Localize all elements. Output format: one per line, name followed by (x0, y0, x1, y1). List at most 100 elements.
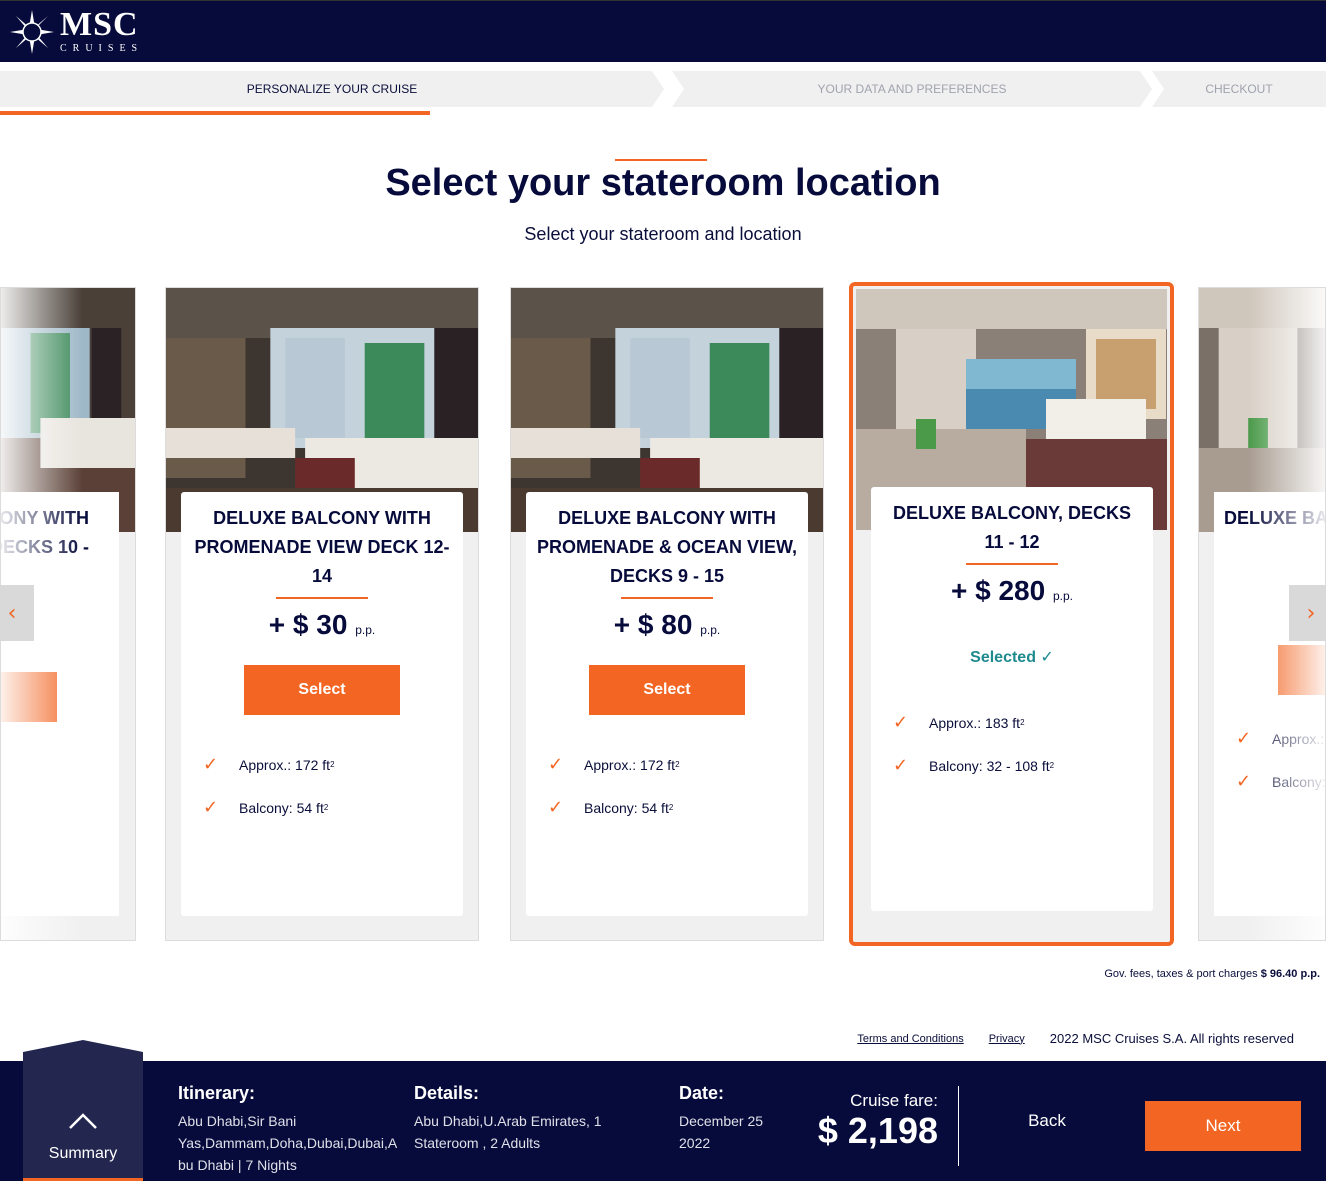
card-body: ONY WITH V, DECKS 10 - (0, 492, 119, 916)
feature-list: ✓ Approx.: ✓ Balcony: (1236, 717, 1326, 803)
feature-list: ✓ Approx.: 183 ft 2 ✓ Balcony: 32 - 108 ft 2 (871, 701, 1153, 787)
copyright-text: 2022 MSC Cruises S.A. All rights reserve… (1049, 1031, 1294, 1046)
feature-text: Balcony: 54 ft (239, 799, 324, 816)
unit-exponent: 2 (1020, 718, 1025, 727)
card-title: DELUXE BALCONY WITH PROMENADE & OCEAN VI… (536, 508, 798, 586)
stateroom-card[interactable]: DELUXE BALCONY WITH PROMENADE VIEW DECK … (165, 287, 479, 941)
privacy-link[interactable]: Privacy (989, 1033, 1025, 1045)
selected-status: Selected ✓ (871, 647, 1153, 667)
fare-label: Cruise fare: (850, 1091, 938, 1110)
itinerary-line: Yas,Dammam,Doha,Dubai,Dubai,A (178, 1135, 398, 1151)
step-personalize[interactable]: PERSONALIZE YOUR CRUISE (0, 71, 664, 107)
check-icon: ✓ (548, 754, 564, 774)
stateroom-card[interactable]: DELUXE BALCONY WITH PROMENADE & OCEAN VI… (510, 287, 824, 941)
feature-item: ✓ Approx.: (1236, 717, 1325, 760)
summary-bar: Summary Itinerary: Abu Dhabi,Sir Bani Ya… (0, 1040, 1326, 1181)
chevron-up-icon (69, 1113, 97, 1129)
compass-rose-icon (10, 9, 54, 54)
footer-links: Terms and Conditions Privacy 2022 MSC Cr… (857, 1031, 1294, 1046)
price-value: + $ 30 (268, 609, 348, 640)
date-label: Date: (679, 1083, 725, 1103)
brand-tagline: CRUISES (60, 43, 144, 54)
itinerary-block: Itinerary: Abu Dhabi,Sir Bani Yas,Dammam… (178, 1083, 413, 1176)
card-body: DELUXE BALCONY, DECKS 11 - 12 + $ 280 p.… (871, 487, 1153, 911)
card-title-underline (621, 597, 713, 599)
stateroom-card-selected[interactable]: DELUXE BALCONY, DECKS 11 - 12 + $ 280 p.… (849, 282, 1174, 946)
feature-list: ✓ Approx.: 172 ft 2 ✓ Balcony: 54 ft 2 (526, 743, 808, 829)
feature-item: ✓ Approx.: 172 ft 2 (548, 743, 808, 786)
brand-name: MSC (60, 6, 139, 43)
feature-item: ✓ Approx.: 172 ft 2 (203, 743, 463, 786)
step-label: PERSONALIZE YOUR CRUISE (246, 82, 418, 96)
select-button[interactable] (1, 672, 57, 722)
carousel-prev-button[interactable]: ‹ (0, 585, 34, 641)
feature-text: Approx.: 172 ft (239, 756, 331, 773)
card-title: DELUXE BALCONY, DECKS 11 - 12 (892, 503, 1132, 552)
select-button[interactable]: Select (589, 665, 745, 715)
step-label: YOUR DATA AND PREFERENCES (817, 82, 1007, 96)
terms-link[interactable]: Terms and Conditions (857, 1033, 963, 1045)
card-title-underline (966, 563, 1058, 565)
price-suffix: p.p. (355, 623, 376, 637)
price-suffix: p.p. (700, 623, 721, 637)
page-title: Select your stateroom location (385, 162, 941, 204)
fees-note: Gov. fees, taxes & port charges $ 96.40 … (1104, 968, 1320, 980)
cruise-fare: Cruise fare: $ 2,198 (808, 1091, 938, 1151)
itinerary-line: Abu Dhabi,Sir Bani (178, 1113, 297, 1129)
step-data-preferences[interactable]: YOUR DATA AND PREFERENCES (672, 71, 1152, 107)
carousel-next-button[interactable]: › (1289, 585, 1326, 641)
summary-label: Summary (48, 1145, 118, 1162)
step-progress-bar (0, 111, 430, 115)
check-icon: ✓ (893, 755, 909, 775)
feature-text: Balcony: (1272, 773, 1326, 790)
fees-value: $ 96.40 p.p. (1260, 968, 1320, 980)
msc-logo[interactable]: MSC CRUISES (10, 6, 144, 54)
date-block: Date: December 25 2022 (679, 1083, 799, 1154)
feature-item: ✓ Balcony: 32 - 108 ft 2 (893, 744, 1153, 787)
card-body: DELUXE BALCONY WITH PROMENADE VIEW DECK … (181, 492, 463, 916)
card-title-underline (276, 597, 368, 599)
select-button[interactable] (1278, 645, 1325, 695)
fare-value: $ 2,198 (817, 1110, 938, 1151)
card-title: DELUXE BALCONY WITH PROMENADE VIEW DECK … (194, 508, 450, 586)
feature-item: ✓ Balcony: 54 ft 2 (548, 786, 808, 829)
details-line: Stateroom , 2 Adults (414, 1135, 541, 1151)
next-button[interactable]: Next (1145, 1101, 1301, 1151)
date-line: December 25 (679, 1113, 764, 1129)
chevron-right-icon: › (1306, 600, 1316, 626)
price-suffix: p.p. (1052, 589, 1073, 603)
checkout-steps: PERSONALIZE YOUR CRUISE YOUR DATA AND PR… (0, 71, 1326, 107)
feature-item: ✓ Balcony: 54 ft 2 (203, 786, 463, 829)
unit-exponent: 2 (330, 760, 335, 769)
back-button[interactable]: Back (1000, 1111, 1094, 1131)
card-title-line: ONY WITH (0, 508, 89, 528)
feature-item: ✓ Balcony: (1236, 760, 1326, 803)
select-button[interactable]: Select (244, 665, 400, 715)
itinerary-label: Itinerary: (178, 1083, 256, 1103)
details-block: Details: Abu Dhabi,U.Arab Emirates, 1 St… (414, 1083, 634, 1154)
feature-item: ✓ Approx.: 183 ft 2 (893, 701, 1153, 744)
check-icon: ✓ (1236, 771, 1252, 791)
card-title-line: V, DECKS 10 - (1, 537, 89, 557)
details-line: Abu Dhabi,U.Arab Emirates, 1 (414, 1113, 602, 1129)
check-icon: ✓ (203, 754, 219, 774)
step-checkout[interactable]: CHECKOUT (1152, 71, 1326, 107)
feature-list: ✓ Approx.: 172 ft 2 ✓ Balcony: 54 ft 2 (181, 743, 463, 829)
summary-toggle[interactable]: Summary (23, 1040, 143, 1181)
unit-exponent: 2 (323, 803, 329, 812)
details-label: Details: (414, 1083, 480, 1103)
selected-label: Selected (970, 649, 1036, 666)
unit-exponent: 2 (675, 760, 680, 769)
feature-text: Balcony: 54 ft (584, 799, 669, 816)
price-value: + $ 80 (613, 609, 693, 640)
step-label: CHECKOUT (1205, 82, 1273, 96)
feature-text: Approx.: 172 ft (584, 756, 676, 773)
card-price: + $ 280 p.p. (871, 575, 1153, 607)
fees-label: Gov. fees, taxes & port charges (1104, 968, 1258, 980)
card-body: DELUXE BA ✓ Approx.: ✓ Balcony: (1214, 492, 1326, 916)
feature-text: Approx.: 183 ft (929, 714, 1021, 731)
card-title: DELUXE BA (1224, 508, 1326, 528)
chevron-left-icon: ‹ (7, 600, 17, 626)
feature-text: Balcony: 32 - 108 ft (929, 757, 1050, 774)
price-value: + $ 280 (951, 575, 1046, 606)
